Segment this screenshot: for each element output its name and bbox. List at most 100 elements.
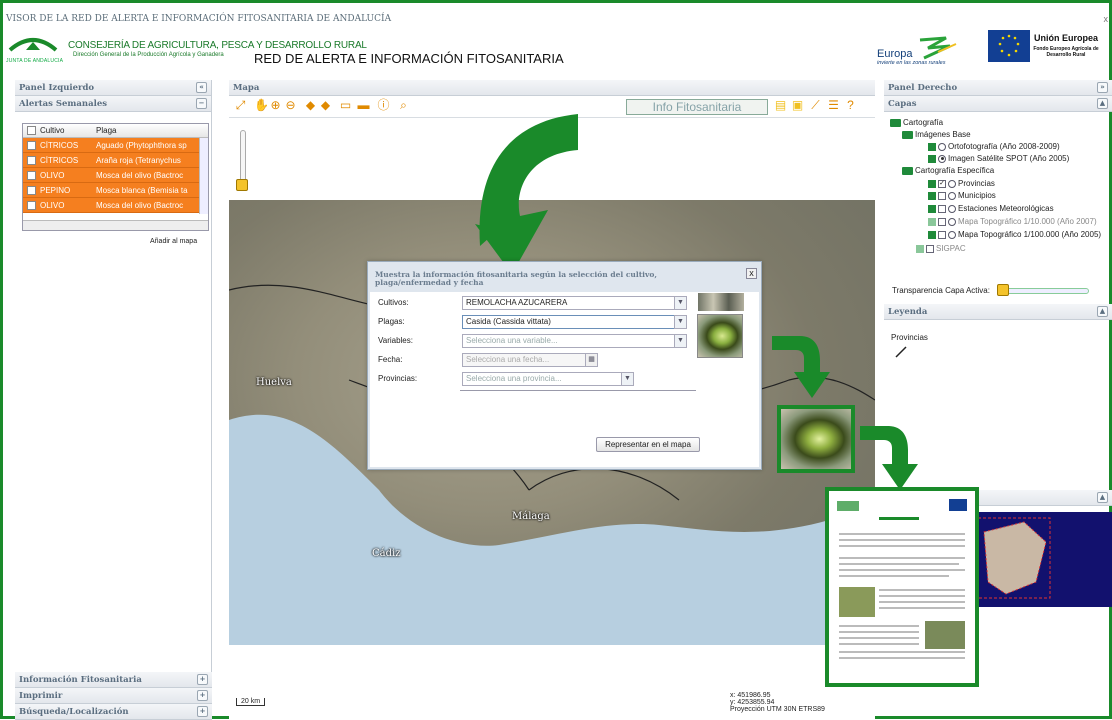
next-extent-icon[interactable]: ◆ [319,99,332,112]
checkbox[interactable] [938,217,946,226]
document-icon[interactable]: ▤ [774,99,787,112]
variables-select[interactable]: Selecciona una variable... ▼ [462,334,687,348]
chart-icon[interactable]: ⟋ [809,99,822,112]
radio[interactable] [938,142,946,151]
dialog-title: Muestra la información fitosanitaria seg… [375,270,657,287]
transparency-slider-handle[interactable] [997,284,1009,296]
alertas-header[interactable]: Alertas Semanales − [15,96,211,112]
pan-hand-icon[interactable]: ✋ [254,99,269,112]
chevron-down-icon[interactable]: ▼ [621,372,634,386]
cultivos-select[interactable]: REMOLACHA AZUCARERA ▼ [462,296,687,310]
crop-thumbnail [698,293,744,311]
zoom-out-icon[interactable]: ⊖ [284,99,297,112]
layer-spot[interactable]: Imagen Satélite SPOT (Año 2005) [928,154,1069,163]
tree-node[interactable]: Imágenes Base [902,130,971,139]
table-row[interactable]: OLIVO Mosca del olivo (Bactroc [23,168,208,183]
radio[interactable] [948,204,956,213]
checkbox[interactable] [926,244,934,253]
layer-topo100[interactable]: Mapa Topográfico 1/100.000 (Año 2005) [928,230,1101,239]
layer-topo10[interactable]: Mapa Topográfico 1/10.000 (Año 2007) [928,217,1097,226]
tree-node[interactable]: Cartografía [890,118,943,127]
grid-vertical-scrollbar[interactable] [199,138,208,214]
section-info-fitosanitaria[interactable]: Información Fitosanitaria + [15,672,212,688]
info-fitosanitaria-button[interactable]: Info Fitosanitaria [626,99,768,115]
chevron-down-icon[interactable]: ▼ [674,334,687,348]
table-row[interactable]: PEPINO Mosca blanca (Bemisia ta [23,183,208,198]
chevron-down-icon[interactable]: ▼ [674,296,687,310]
previous-extent-icon[interactable]: ◆ [304,99,317,112]
provincias-label: Provincias: [378,374,418,383]
layer-provincias[interactable]: ✓ Provincias [928,179,995,188]
leyenda-collapse-button[interactable]: ▲ [1097,306,1108,317]
europa-sub: invierte en las zonas rurales [877,60,946,66]
help-icon[interactable]: ? [844,99,857,112]
expand-button[interactable]: + [197,690,208,701]
grid-header: Cultivo Plaga [23,124,208,138]
callout-arrow-icon [772,336,830,398]
radio[interactable] [948,217,956,226]
plagas-select[interactable]: Casida (Cassida vittata) ▼ [462,315,687,329]
close-icon[interactable]: x [1104,14,1109,24]
layer-municipios[interactable]: Municipios [928,191,996,200]
provincias-select[interactable]: Selecciona una provincia... ▼ [462,372,634,386]
overview-collapse-button[interactable]: ▲ [1097,492,1108,503]
grid-horizontal-scrollbar[interactable] [23,220,208,230]
fecha-field[interactable]: Selecciona una fecha... ▦ [462,353,598,367]
checkbox[interactable]: ✓ [938,179,946,188]
transparency-slider[interactable] [997,288,1089,294]
zoom-slider-handle[interactable] [236,179,248,191]
calendar-icon[interactable]: ▦ [585,353,598,367]
binoculars-icon[interactable]: ⌕ [397,99,410,112]
ue-label: Unión Europea [1033,33,1098,43]
radio[interactable] [948,230,956,239]
full-extent-icon[interactable]: ⤢ [234,99,247,112]
tree-node[interactable]: Cartografía Específica [902,166,994,175]
junta-label: JUNTA DE ANDALUCIA [6,58,64,64]
map-header: Mapa [229,80,875,96]
chevron-down-icon[interactable]: ▼ [674,315,687,329]
section-imprimir[interactable]: Imprimir + [15,688,212,704]
divider [460,390,696,391]
table-row[interactable]: CÍTRICOS Araña roja (Tetranychus [23,153,208,168]
city-huelva: Huelva [256,377,292,388]
layer-ortofoto[interactable]: Ortofotografía (Año 2008-2009) [928,142,1060,151]
red-title: RED DE ALERTA E INFORMACIÓN FITOSANITARI… [254,51,564,66]
zoom-in-icon[interactable]: ⊕ [269,99,282,112]
fecha-label: Fecha: [378,355,403,364]
collapse-right-button[interactable]: » [1097,82,1108,93]
add-to-map-button[interactable]: Añadir al mapa [150,238,197,245]
layer-estaciones[interactable]: Estaciones Meteorológicas [928,204,1054,213]
variables-label: Variables: [378,336,413,345]
overview-map[interactable] [966,512,1112,607]
coordinates-readout: x: 451986.95 y: 4253855.94 Proyección UT… [730,692,825,713]
leyenda-header[interactable]: Leyenda ▲ [884,304,1112,320]
radio[interactable] [938,154,946,163]
measure-distance-icon[interactable]: ▭ [339,99,352,112]
radio[interactable] [948,191,956,200]
folder-icon [890,118,901,127]
capas-collapse-button[interactable]: ▲ [1097,98,1108,109]
select-all-checkbox[interactable] [27,126,36,135]
alertas-collapse-button[interactable]: − [196,98,207,109]
representar-button[interactable]: Representar en el mapa [596,437,700,452]
close-icon[interactable]: x [746,268,757,279]
checkbox[interactable] [938,204,946,213]
pest-image-enlarged [777,405,855,473]
layer-sigpac[interactable]: SIGPAC [916,244,966,253]
checkbox[interactable] [938,230,946,239]
table-icon[interactable]: ▣ [791,99,804,112]
identify-icon[interactable]: ⓘ [377,99,390,112]
table-row[interactable]: CÍTRICOS Aguado (Phytophthora sp [23,138,208,153]
expand-button[interactable]: + [197,674,208,685]
table-row[interactable]: OLIVO Mosca del olivo (Bactroc [23,198,208,213]
collapse-left-button[interactable]: « [196,82,207,93]
capas-header[interactable]: Capas ▲ [884,96,1112,112]
pest-thumbnail [697,314,743,358]
measure-area-icon[interactable]: ▬ [357,99,370,112]
section-busqueda[interactable]: Búsqueda/Localización + [15,704,212,720]
checkbox[interactable] [938,191,946,200]
plagas-label: Plagas: [378,317,405,326]
expand-button[interactable]: + [197,706,208,717]
list-icon[interactable]: ☰ [827,99,840,112]
radio[interactable] [948,179,956,188]
